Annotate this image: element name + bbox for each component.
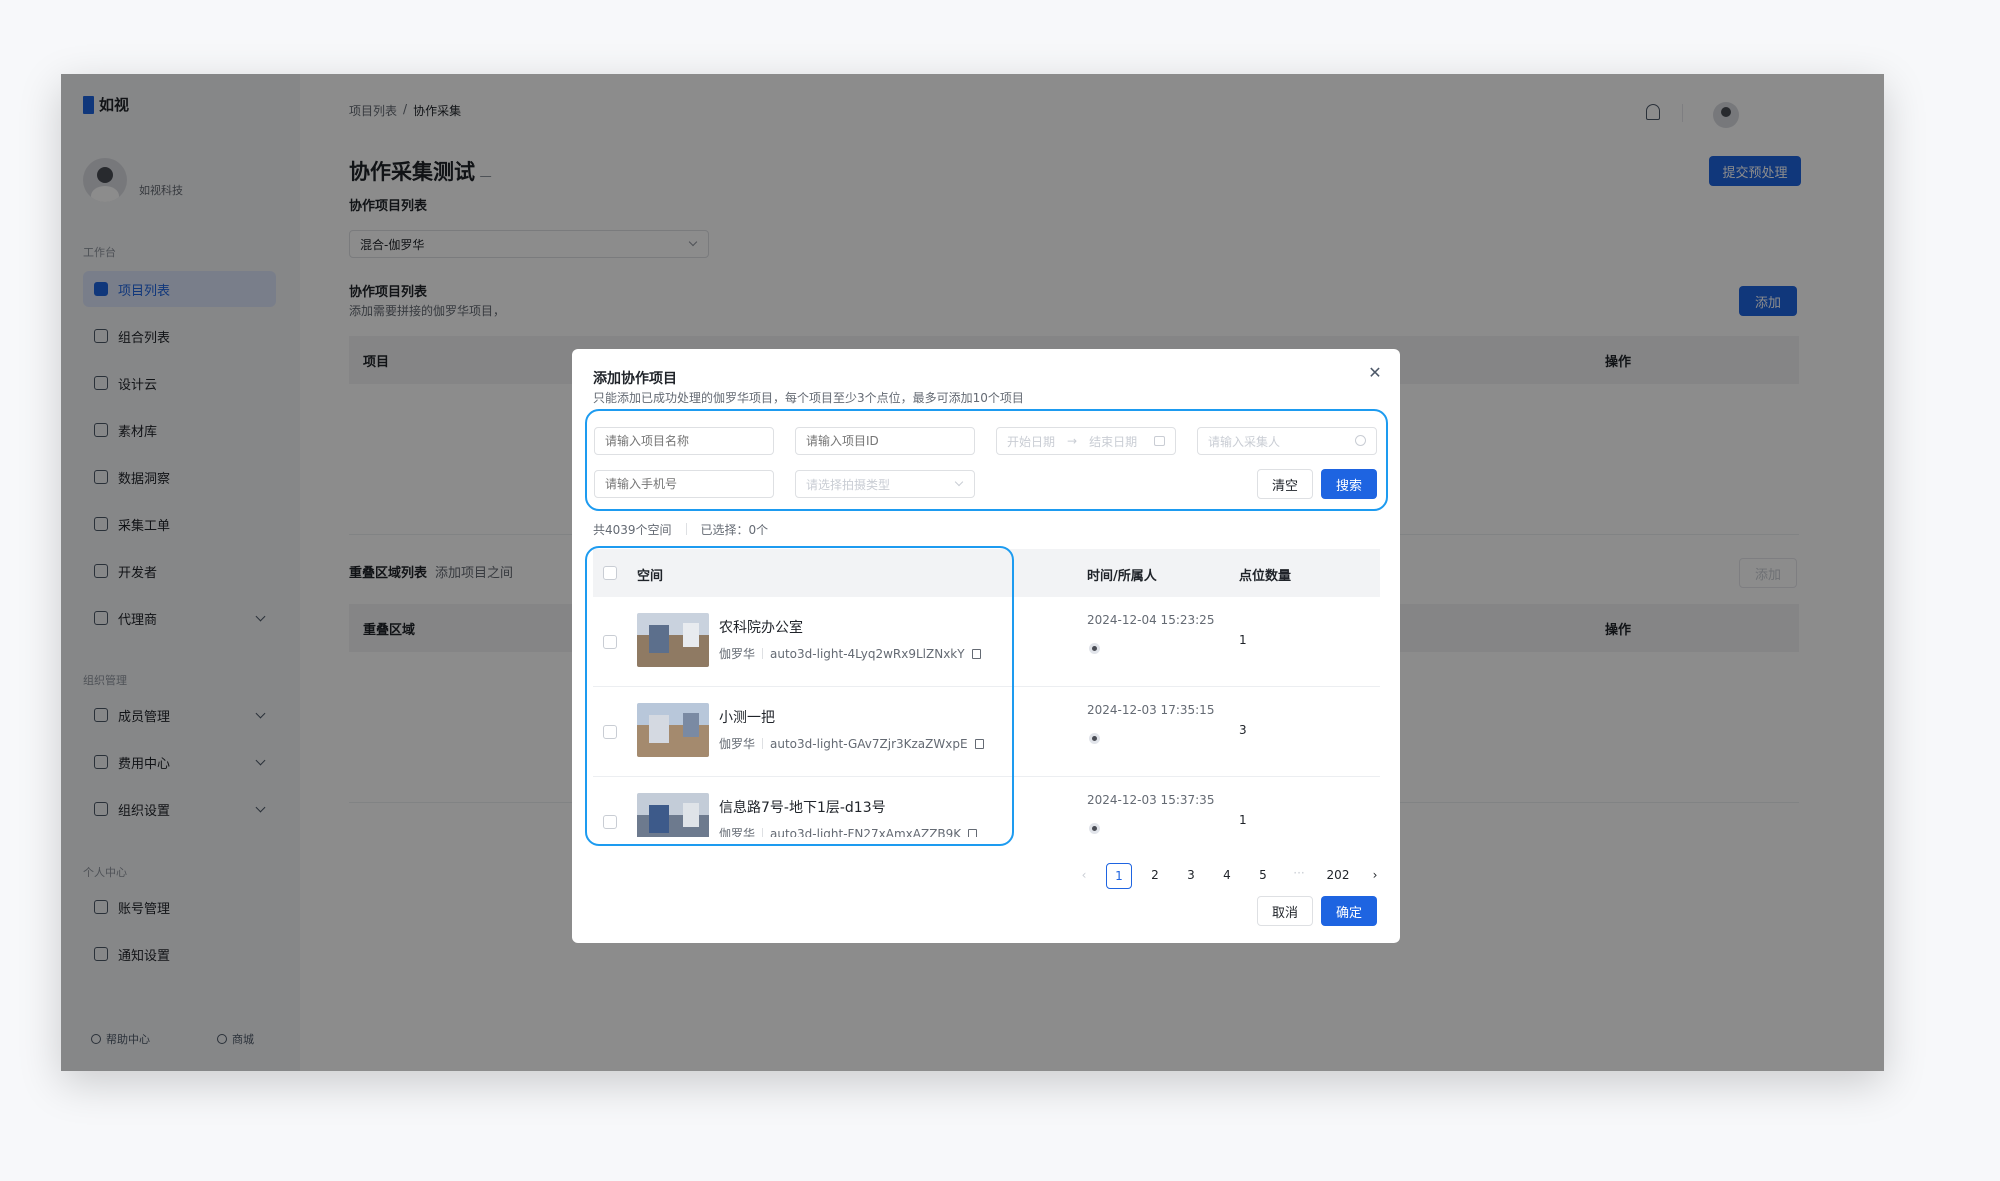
camera-type: 伽罗华 xyxy=(719,827,756,837)
row-checkbox[interactable] xyxy=(603,815,617,829)
point-count: 3 xyxy=(1239,723,1247,737)
prev-page-button[interactable]: ‹ xyxy=(1071,863,1097,889)
space-id: auto3d-light-GAv7Zjr3KzaZWxpE xyxy=(770,736,968,751)
row-checkbox[interactable] xyxy=(603,725,617,739)
date-range: 开始日期 → 结束日期 xyxy=(1007,433,1137,450)
space-name: 小测一把 xyxy=(719,710,775,726)
table-row[interactable]: 小测一把 伽罗华 auto3d-light-GAv7Zjr3KzaZWxpE 2… xyxy=(593,687,1380,777)
project-name-input[interactable] xyxy=(594,427,774,455)
owner-avatar xyxy=(1089,643,1100,654)
add-collab-project-modal: 添加协作项目 只能添加已成功处理的伽罗华项目，每个项目至少3个点位，最多可添加1… xyxy=(572,349,1400,943)
space-time: 2024-12-04 15:23:25 xyxy=(1087,613,1215,627)
space-meta: 伽罗华 auto3d-light-GAv7Zjr3KzaZWxpE xyxy=(719,735,984,752)
space-name: 信息路7号-地下1层-d13号 xyxy=(719,800,886,816)
point-count: 1 xyxy=(1239,633,1247,647)
table-row[interactable]: 信息路7号-地下1层-d13号 伽罗华 auto3d-light-FN27xAm… xyxy=(593,777,1380,837)
date-range-picker[interactable]: 开始日期 → 结束日期 xyxy=(996,427,1176,455)
date-arrow: → xyxy=(1067,434,1078,448)
total-count: 共4039个空间 xyxy=(593,523,672,537)
selection-stats: 共4039个空间 已选择：0个 xyxy=(593,521,768,538)
space-thumbnail xyxy=(637,613,709,667)
page-2-button[interactable]: 2 xyxy=(1142,863,1168,889)
page-5-button[interactable]: 5 xyxy=(1250,863,1276,889)
table-row[interactable]: 农科院办公室 伽罗华 auto3d-light-4Lyq2wRx9LlZNxkY… xyxy=(593,597,1380,687)
modal-title: 添加协作项目 xyxy=(593,371,677,387)
phone-input[interactable] xyxy=(594,470,774,498)
pagination-ellipsis[interactable]: ··· xyxy=(1286,861,1312,887)
space-table-body[interactable]: 农科院办公室 伽罗华 auto3d-light-4Lyq2wRx9LlZNxkY… xyxy=(593,597,1380,837)
col-points: 点位数量 xyxy=(1239,569,1292,584)
copy-icon[interactable] xyxy=(974,738,984,749)
space-meta: 伽罗华 auto3d-light-FN27xAmxAZZB9K xyxy=(719,825,978,838)
page-last-button[interactable]: 202 xyxy=(1321,863,1355,889)
meta-divider xyxy=(762,738,764,749)
confirm-button[interactable]: 确定 xyxy=(1321,896,1377,926)
space-id: auto3d-light-FN27xAmxAZZB9K xyxy=(770,826,962,838)
camera-type: 伽罗华 xyxy=(719,647,756,661)
space-time: 2024-12-03 15:37:35 xyxy=(1087,793,1215,807)
space-id: auto3d-light-4Lyq2wRx9LlZNxkY xyxy=(770,646,965,661)
space-table-header: 空间 时间/所属人 点位数量 xyxy=(593,549,1380,597)
end-date[interactable]: 结束日期 xyxy=(1089,433,1137,450)
search-icon xyxy=(1355,435,1366,446)
col-space: 空间 xyxy=(637,569,664,584)
copy-icon[interactable] xyxy=(971,648,981,659)
page-1-button[interactable]: 1 xyxy=(1106,863,1132,889)
modal-desc: 只能添加已成功处理的伽罗华项目，每个项目至少3个点位，最多可添加10个项目 xyxy=(593,391,1024,405)
start-date[interactable]: 开始日期 xyxy=(1007,433,1055,450)
space-thumbnail xyxy=(637,703,709,757)
meta-divider xyxy=(762,648,764,659)
point-count: 1 xyxy=(1239,813,1247,827)
space-name: 农科院办公室 xyxy=(719,620,803,636)
space-thumbnail xyxy=(637,793,709,837)
page-3-button[interactable]: 3 xyxy=(1178,863,1204,889)
space-time: 2024-12-03 17:35:15 xyxy=(1087,703,1215,717)
clear-button[interactable]: 清空 xyxy=(1257,469,1313,499)
project-id-input[interactable] xyxy=(795,427,975,455)
copy-icon[interactable] xyxy=(968,828,978,837)
selected-count: 已选择：0个 xyxy=(700,523,769,537)
shoot-type-placeholder: 请选择拍摄类型 xyxy=(806,477,891,492)
page-4-button[interactable]: 4 xyxy=(1214,863,1240,889)
calendar-icon xyxy=(1154,436,1165,446)
col-time-owner: 时间/所属人 xyxy=(1087,569,1157,584)
owner-avatar xyxy=(1089,733,1100,744)
collector-placeholder: 请输入采集人 xyxy=(1208,434,1281,449)
select-all-checkbox[interactable] xyxy=(603,566,617,580)
space-meta: 伽罗华 auto3d-light-4Lyq2wRx9LlZNxkY xyxy=(719,645,981,662)
camera-type: 伽罗华 xyxy=(719,737,756,751)
shoot-type-select[interactable]: 请选择拍摄类型 xyxy=(795,470,975,498)
meta-divider xyxy=(762,828,764,837)
search-button[interactable]: 搜索 xyxy=(1321,469,1377,499)
app-window: 如视 如视科技 工作台 项目列表 组合列表 设计云 素材库 数据洞察 采集工单 … xyxy=(61,74,1884,1071)
next-page-button[interactable]: › xyxy=(1362,863,1388,889)
owner-avatar xyxy=(1089,823,1100,834)
stats-divider xyxy=(685,523,687,535)
row-checkbox[interactable] xyxy=(603,635,617,649)
chevron-down-icon xyxy=(954,477,964,487)
cancel-button[interactable]: 取消 xyxy=(1257,896,1313,926)
close-icon[interactable]: ✕ xyxy=(1367,365,1383,381)
collector-input[interactable]: 请输入采集人 xyxy=(1197,427,1377,455)
